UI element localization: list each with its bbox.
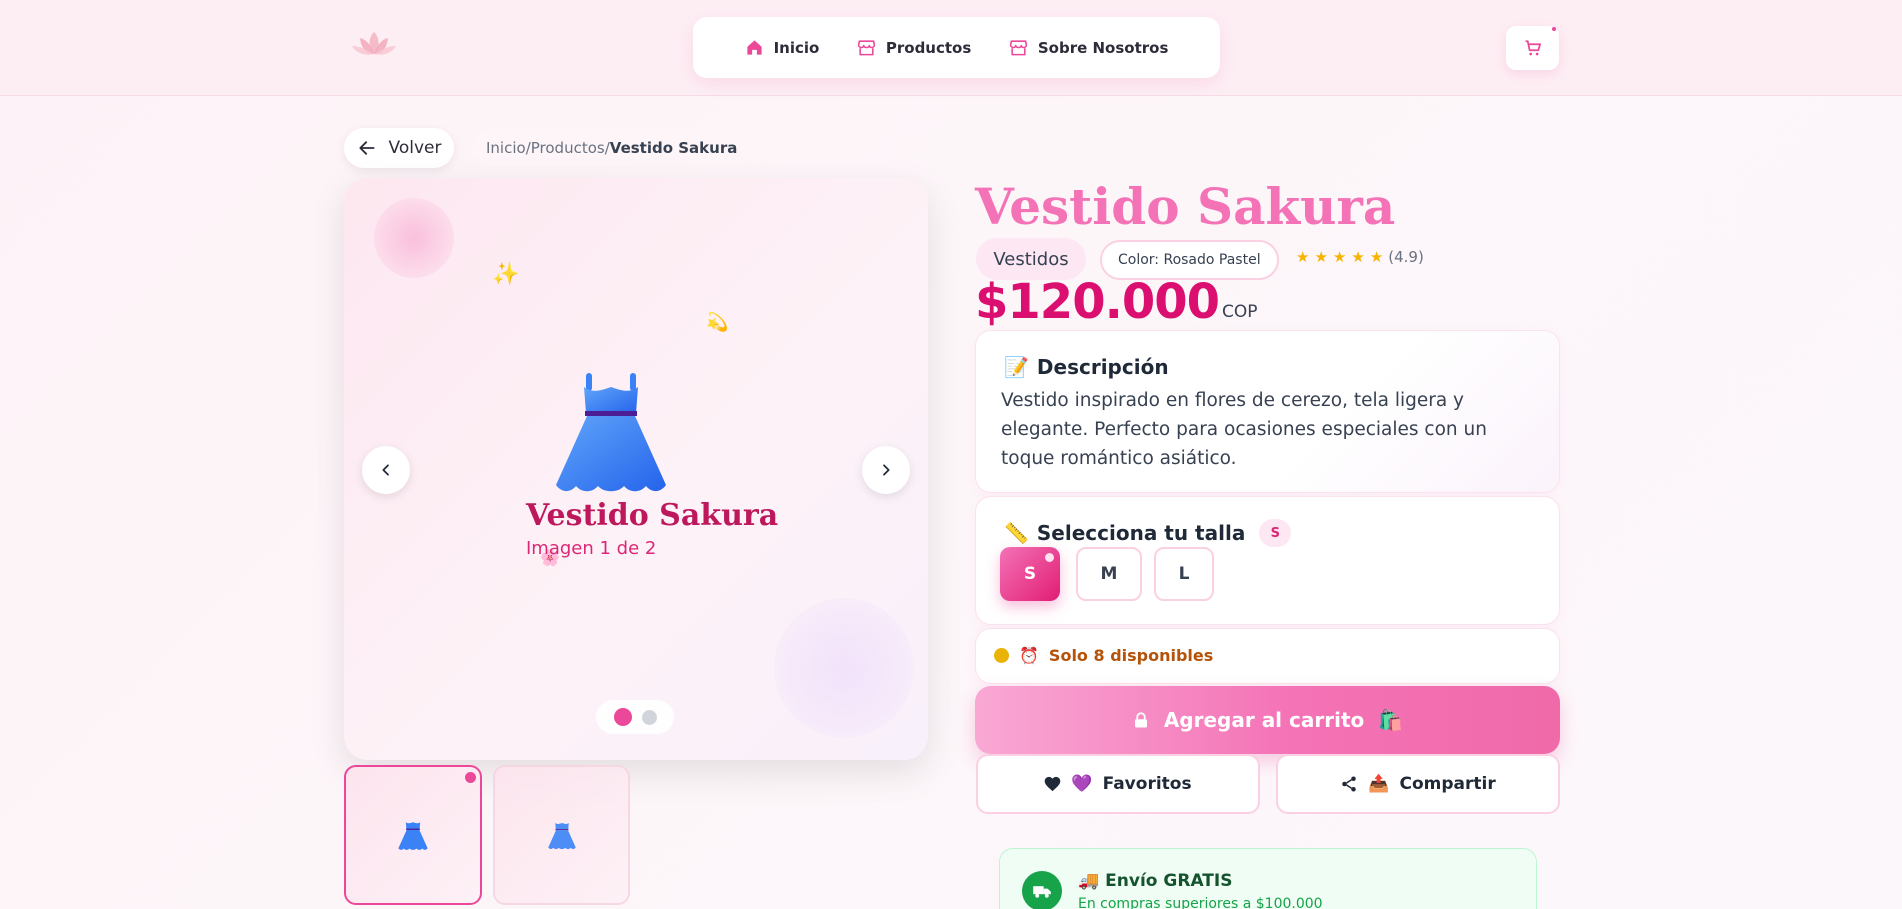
- memo-icon: 📝: [1004, 355, 1029, 379]
- lotus-logo-icon[interactable]: [350, 28, 398, 60]
- alarm-clock-icon: ⏰: [1019, 646, 1039, 665]
- breadcrumb-home[interactable]: Inicio: [486, 139, 526, 157]
- previous-image-button[interactable]: [362, 446, 410, 494]
- dress-icon: [398, 822, 428, 850]
- share-label: Compartir: [1399, 774, 1496, 794]
- add-to-cart-button[interactable]: Agregar al carrito 🛍️: [975, 686, 1560, 754]
- size-label: L: [1178, 564, 1190, 584]
- thumbnail-selected-indicator: [465, 772, 476, 783]
- description-heading: 📝 Descripción: [1004, 355, 1169, 379]
- dress-icon: [556, 373, 666, 492]
- purple-heart-icon: 💜: [1071, 774, 1093, 794]
- cart-badge: [1552, 27, 1556, 31]
- star-icon: ★: [1314, 248, 1328, 266]
- nav-item-label: Inicio: [773, 38, 820, 57]
- delivery-truck-icon: 🚚: [1078, 871, 1100, 891]
- main-nav: Inicio Productos Sobre Nosotros: [693, 17, 1220, 78]
- product-title: Vestido Sakura: [975, 177, 1396, 236]
- gallery-image-counter: Imagen 1 de 2: [526, 538, 657, 559]
- pagination-dot[interactable]: [641, 709, 657, 725]
- nav-item-sobre-nosotros[interactable]: Sobre Nosotros: [1009, 38, 1169, 57]
- price-amount: $120.000: [975, 274, 1220, 330]
- product-gallery: ✨ 💫 🌸 Vestido Sakura Imagen 1 de 2: [344, 178, 928, 760]
- star-icon: ★: [1296, 248, 1310, 266]
- size-heading: 📏 Selecciona tu talla S: [1004, 519, 1292, 547]
- description-title: Descripción: [1036, 355, 1169, 379]
- breadcrumb-current: Vestido Sakura: [609, 139, 738, 157]
- gallery-product-name: Vestido Sakura: [526, 498, 779, 533]
- outbox-tray-icon: 📤: [1368, 774, 1390, 794]
- free-shipping-card: 🚚 Envío GRATIS En compras superiores a $…: [999, 848, 1537, 909]
- decorative-blob: [374, 198, 454, 278]
- price-currency: COP: [1222, 302, 1258, 322]
- favorites-label: Favoritos: [1102, 774, 1192, 794]
- description-text: Vestido inspirado en flores de cerezo, t…: [1001, 390, 1487, 469]
- breadcrumb-products[interactable]: Productos: [531, 139, 605, 157]
- top-bar: Inicio Productos Sobre Nosotros: [0, 0, 1902, 96]
- thumbnail-1[interactable]: [344, 765, 482, 905]
- back-button-label: Volver: [388, 138, 442, 158]
- stock-card: ⏰ Solo 8 disponibles: [975, 628, 1560, 684]
- rating-value: (4.9): [1388, 248, 1424, 266]
- size-option-l[interactable]: L: [1154, 547, 1214, 601]
- share-button[interactable]: 📤 Compartir: [1276, 754, 1560, 814]
- thumbnail-2[interactable]: [493, 765, 630, 905]
- shopping-bags-icon: 🛍️: [1378, 708, 1404, 732]
- size-label: S: [1023, 564, 1037, 584]
- size-selector-card: 📏 Selecciona tu talla S S M L: [975, 496, 1560, 625]
- favorites-button[interactable]: 💜 Favoritos: [976, 754, 1260, 814]
- home-icon: [746, 40, 762, 55]
- stock-text: Solo 8 disponibles: [1048, 646, 1214, 665]
- stock-status-dot: [994, 648, 1009, 663]
- selected-size-pill: S: [1259, 519, 1292, 547]
- selected-indicator: [1045, 553, 1054, 562]
- nav-item-label: Sobre Nosotros: [1037, 38, 1169, 57]
- size-title: Selecciona tu talla: [1036, 521, 1246, 545]
- description-card: 📝 Descripción Vestido inspirado en flore…: [975, 330, 1560, 493]
- store-icon: [857, 40, 876, 56]
- pagination-dot-active[interactable]: [613, 708, 632, 726]
- product-rating: ★ ★ ★ ★ ★ (4.9): [1296, 248, 1424, 266]
- decorative-blob: [774, 598, 914, 738]
- shipping-title: Envío GRATIS: [1105, 871, 1233, 891]
- add-to-cart-label: Agregar al carrito: [1163, 708, 1365, 732]
- shipping-subtitle: En compras superiores a $100.000: [1078, 896, 1323, 909]
- cart-icon: [1525, 40, 1541, 56]
- star-icon: ★: [1351, 248, 1365, 266]
- stock-indicator: ⏰ Solo 8 disponibles: [994, 646, 1213, 665]
- dress-icon: [547, 823, 576, 850]
- dizzy-star-icon: 💫: [706, 312, 729, 333]
- breadcrumb: Inicio / Productos / Vestido Sakura: [472, 130, 752, 166]
- lock-icon: [1134, 712, 1147, 728]
- nav-item-label: Productos: [885, 38, 972, 57]
- ruler-icon: 📏: [1004, 521, 1029, 545]
- back-button[interactable]: Volver: [344, 128, 454, 168]
- truck-icon: [1022, 871, 1062, 909]
- product-price: $120.000 COP: [975, 272, 1258, 332]
- nav-item-inicio[interactable]: Inicio: [745, 38, 820, 57]
- nav-item-productos[interactable]: Productos: [857, 38, 971, 57]
- size-option-s[interactable]: S: [1000, 547, 1060, 601]
- star-icon: ★: [1369, 248, 1384, 266]
- star-icon: ★: [1332, 248, 1347, 266]
- cart-button[interactable]: [1506, 26, 1559, 70]
- shipping-heading: 🚚 Envío GRATIS: [1078, 871, 1232, 891]
- sparkles-icon: ✨: [492, 262, 520, 287]
- image-pagination: [596, 700, 674, 734]
- store-icon: [1009, 40, 1028, 56]
- share-icon: [1342, 776, 1357, 792]
- arrow-left-icon: [358, 141, 375, 155]
- size-label: M: [1100, 564, 1118, 584]
- heart-icon: [1045, 776, 1061, 792]
- size-option-m[interactable]: M: [1076, 547, 1142, 601]
- next-image-button[interactable]: [862, 446, 910, 494]
- chevron-right-icon: [883, 464, 890, 476]
- chevron-left-icon: [382, 464, 389, 476]
